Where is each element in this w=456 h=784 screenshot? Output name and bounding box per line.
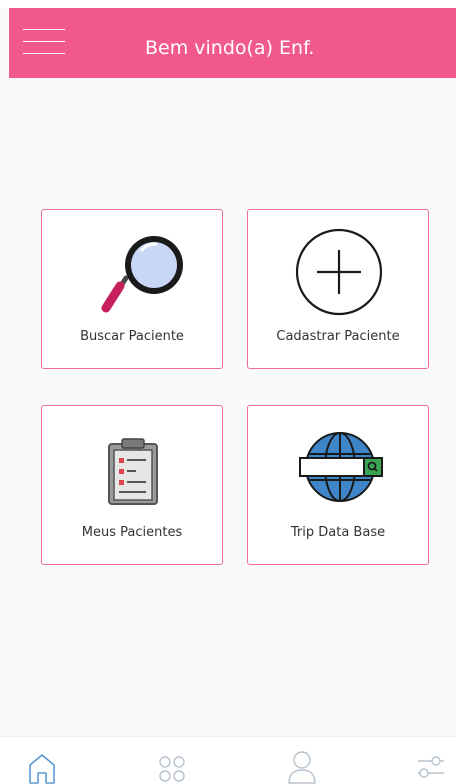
nav-home[interactable]	[22, 747, 62, 784]
register-patient-card[interactable]: Cadastrar Paciente	[247, 209, 429, 369]
card-label: Cadastrar Paciente	[276, 329, 400, 344]
search-patient-card[interactable]: Buscar Paciente	[41, 209, 223, 369]
trip-database-card[interactable]: Trip Data Base	[247, 405, 429, 565]
app-screen: Bem vindo(a) Enf. Buscar Paciente Cadast…	[0, 0, 456, 784]
magnifier-icon	[42, 210, 222, 320]
card-label: Trip Data Base	[290, 525, 386, 540]
plus-circle-icon	[248, 210, 428, 320]
status-strip	[0, 0, 456, 8]
clipboard-list-icon	[42, 406, 222, 516]
sliders-icon	[418, 756, 444, 778]
menu-line	[23, 41, 65, 42]
nav-apps[interactable]	[152, 747, 192, 784]
menu-line	[23, 53, 65, 54]
globe-search-icon	[248, 406, 428, 516]
hamburger-menu-icon[interactable]	[23, 24, 65, 60]
bottom-navigation	[0, 736, 456, 784]
menu-line	[23, 29, 65, 30]
card-label: Buscar Paciente	[80, 329, 184, 344]
app-header: Bem vindo(a) Enf.	[9, 8, 456, 78]
my-patients-card[interactable]: Meus Pacientes	[41, 405, 223, 565]
user-icon	[288, 751, 316, 784]
page-title: Bem vindo(a) Enf.	[145, 37, 315, 59]
home-icon	[29, 754, 55, 784]
card-label: Meus Pacientes	[81, 525, 183, 540]
nav-profile[interactable]	[282, 747, 322, 784]
nav-settings[interactable]	[410, 747, 450, 784]
apps-grid-icon	[159, 756, 185, 782]
